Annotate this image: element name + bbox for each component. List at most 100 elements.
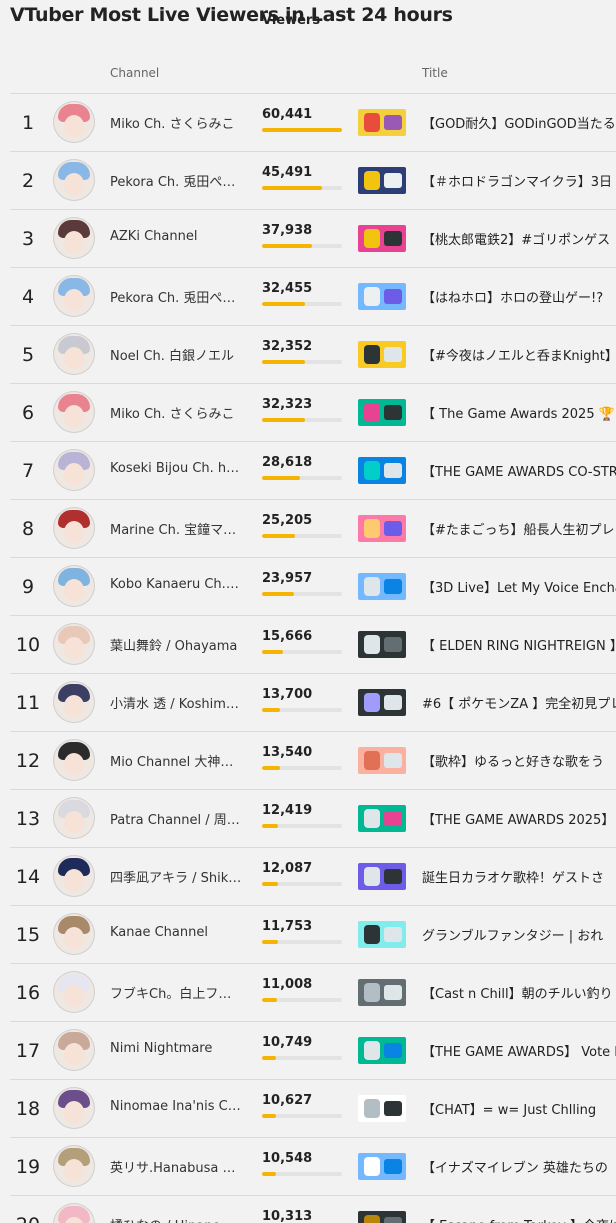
- table-row[interactable]: 5 Noel Ch. 白銀ノエル 32,352 【#今夜はノエルと呑まKnight】: [10, 326, 616, 384]
- stream-title-link[interactable]: 【THE GAME AWARDS】 Vote N: [422, 1041, 616, 1060]
- table-row[interactable]: 20 橘ひなの / Hinano Tachibana 10,313 【 Escape …: [10, 1196, 616, 1223]
- stream-title-link[interactable]: #6【 ポケモンZA 】完全初見プレ: [422, 693, 616, 712]
- stream-title-link[interactable]: 【 The Game Awards 2025 🏆: [422, 403, 616, 422]
- channel-avatar[interactable]: [54, 334, 94, 374]
- channel-avatar[interactable]: [54, 508, 94, 548]
- table-row[interactable]: 19 英リサ.Hanabusa Lisa 10,548 【イナズマイレブン 英雄たちの: [10, 1138, 616, 1196]
- channel-name-link[interactable]: Kobo Kanaeru Ch. hololive-ID: [110, 577, 242, 592]
- channel-avatar[interactable]: [54, 798, 94, 838]
- column-header-viewers[interactable]: Viewers: [262, 13, 320, 28]
- table-row[interactable]: 13 Patra Channel / 周防パトラ 12,419 【THE GAME A…: [10, 790, 616, 848]
- stream-thumbnail[interactable]: [358, 805, 406, 832]
- stream-title-link[interactable]: 【 ELDEN RING NIGHTREIGN 】: [422, 635, 616, 654]
- stream-thumbnail[interactable]: [358, 225, 406, 252]
- stream-thumbnail[interactable]: [358, 747, 406, 774]
- stream-thumbnail[interactable]: [358, 1037, 406, 1064]
- channel-avatar[interactable]: [54, 276, 94, 316]
- channel-name-link[interactable]: Noel Ch. 白銀ノエル: [110, 345, 242, 364]
- channel-avatar[interactable]: [54, 566, 94, 606]
- stream-title-link[interactable]: 【THE GAME AWARDS 2025】: [422, 809, 616, 828]
- stream-title-link[interactable]: 【3D Live】Let My Voice Encha: [422, 577, 616, 596]
- channel-avatar[interactable]: [54, 682, 94, 722]
- channel-name-link[interactable]: 四季凪アキラ / Shikinagi Akira: [110, 867, 242, 886]
- channel-name-link[interactable]: 橘ひなの / Hinano Tachibana: [110, 1215, 242, 1223]
- table-row[interactable]: 14 四季凪アキラ / Shikinagi Akira 12,087 誕生日カラオケ歌…: [10, 848, 616, 906]
- table-row[interactable]: 8 Marine Ch. 宝鐘マリン 25,205 【#たまごっち】船長人生初プレ: [10, 500, 616, 558]
- stream-title-link[interactable]: 【歌枠】ゆるっと好きな歌をう: [422, 751, 616, 770]
- channel-avatar[interactable]: [54, 914, 94, 954]
- channel-name-link[interactable]: Pekora Ch. 兎田ぺこら: [110, 287, 242, 306]
- stream-thumbnail[interactable]: [358, 863, 406, 890]
- stream-thumbnail[interactable]: [358, 515, 406, 542]
- stream-title-link[interactable]: 【 Escape from Tarkov 】今夜は: [422, 1215, 616, 1223]
- stream-thumbnail[interactable]: [358, 631, 406, 658]
- table-row[interactable]: 9 Kobo Kanaeru Ch. hololive-ID 23,957 【3D L…: [10, 558, 616, 616]
- channel-name-link[interactable]: Ninomae Ina'nis Ch. hololive-EN: [110, 1099, 242, 1114]
- stream-thumbnail[interactable]: [358, 689, 406, 716]
- stream-title-link[interactable]: 【GOD耐久】GODinGOD当たる: [422, 113, 616, 132]
- channel-name-link[interactable]: Miko Ch. さくらみこ: [110, 113, 242, 132]
- table-row[interactable]: 7 Koseki Bijou Ch. hololive-EN 28,618 【THE …: [10, 442, 616, 500]
- channel-name-link[interactable]: フブキCh。白上フブキ: [110, 983, 242, 1002]
- table-row[interactable]: 17 Nimi Nightmare 10,749 【THE GAME AWARDS】 …: [10, 1022, 616, 1080]
- channel-name-link[interactable]: Kanae Channel: [110, 925, 242, 940]
- channel-avatar[interactable]: [54, 1146, 94, 1186]
- stream-thumbnail[interactable]: [358, 979, 406, 1006]
- table-row[interactable]: 18 Ninomae Ina'nis Ch. hololive-EN 10,627 【…: [10, 1080, 616, 1138]
- stream-thumbnail[interactable]: [358, 167, 406, 194]
- table-row[interactable]: 11 小清水 透 / Koshimizu 13,700 #6【 ポケモンZA 】完全初…: [10, 674, 616, 732]
- table-row[interactable]: 2 Pekora Ch. 兎田ぺこら 45,491 【＃ホロドラゴンマイクラ】3日: [10, 152, 616, 210]
- channel-name-link[interactable]: 小清水 透 / Koshimizu: [110, 693, 242, 712]
- channel-name-link[interactable]: 英リサ.Hanabusa Lisa: [110, 1157, 242, 1176]
- channel-avatar[interactable]: [54, 450, 94, 490]
- channel-avatar[interactable]: [54, 1088, 94, 1128]
- stream-title-link[interactable]: グランブルファンタジー | おれ: [422, 925, 616, 944]
- channel-name-link[interactable]: Marine Ch. 宝鐘マリン: [110, 519, 242, 538]
- stream-thumbnail[interactable]: [358, 1211, 406, 1223]
- stream-title-link[interactable]: 【イナズマイレブン 英雄たちの: [422, 1157, 616, 1176]
- channel-avatar[interactable]: [54, 102, 94, 142]
- channel-avatar[interactable]: [54, 740, 94, 780]
- stream-thumbnail[interactable]: [358, 341, 406, 368]
- stream-thumbnail[interactable]: [358, 1095, 406, 1122]
- channel-avatar[interactable]: [54, 392, 94, 432]
- stream-thumbnail[interactable]: [358, 283, 406, 310]
- channel-name-link[interactable]: 葉山舞鈴 / Ohayama: [110, 635, 242, 654]
- channel-avatar[interactable]: [54, 624, 94, 664]
- stream-title-link[interactable]: 【#今夜はノエルと呑まKnight】: [422, 345, 616, 364]
- table-row[interactable]: 4 Pekora Ch. 兎田ぺこら 32,455 【はねホロ】ホロの登山ゲー!?: [10, 268, 616, 326]
- stream-title-link[interactable]: 【CHAT】= w= Just Chlling: [422, 1099, 616, 1118]
- table-row[interactable]: 15 Kanae Channel 11,753 グランブルファンタジー | おれ: [10, 906, 616, 964]
- stream-title-link[interactable]: 【THE GAME AWARDS CO-STR: [422, 461, 616, 480]
- stream-thumbnail[interactable]: [358, 457, 406, 484]
- channel-name-link[interactable]: Pekora Ch. 兎田ぺこら: [110, 171, 242, 190]
- table-row[interactable]: 16 フブキCh。白上フブキ 11,008 【Cast n Chill】朝のチルい釣り: [10, 964, 616, 1022]
- channel-name-link[interactable]: Koseki Bijou Ch. hololive-EN: [110, 461, 242, 476]
- stream-title-link[interactable]: 【#たまごっち】船長人生初プレ: [422, 519, 616, 538]
- stream-thumbnail[interactable]: [358, 1153, 406, 1180]
- channel-name-link[interactable]: Mio Channel 大神ミオ: [110, 751, 242, 770]
- table-row[interactable]: 1 Miko Ch. さくらみこ 60,441 【GOD耐久】GODinGOD当たる: [10, 94, 616, 152]
- stream-thumbnail[interactable]: [358, 399, 406, 426]
- table-row[interactable]: 10 葉山舞鈴 / Ohayama 15,666 【 ELDEN RING NIGHT…: [10, 616, 616, 674]
- channel-name-link[interactable]: Patra Channel / 周防パトラ: [110, 809, 242, 828]
- table-row[interactable]: 3 AZKi Channel 37,938 【桃太郎電鉄2】#ゴリポンゲス: [10, 210, 616, 268]
- stream-title-link[interactable]: 【Cast n Chill】朝のチルい釣り: [422, 983, 616, 1002]
- channel-name-link[interactable]: Nimi Nightmare: [110, 1041, 242, 1056]
- stream-title-link[interactable]: 【桃太郎電鉄2】#ゴリポンゲス: [422, 229, 616, 248]
- stream-thumbnail[interactable]: [358, 573, 406, 600]
- table-row[interactable]: 6 Miko Ch. さくらみこ 32,323 【 The Game Awards 2…: [10, 384, 616, 442]
- channel-avatar[interactable]: [54, 856, 94, 896]
- stream-thumbnail[interactable]: [358, 109, 406, 136]
- channel-avatar[interactable]: [54, 972, 94, 1012]
- stream-title-link[interactable]: 誕生日カラオケ歌枠！ゲストさ: [422, 867, 616, 886]
- table-row[interactable]: 12 Mio Channel 大神ミオ 13,540 【歌枠】ゆるっと好きな歌をう: [10, 732, 616, 790]
- channel-avatar[interactable]: [54, 1204, 94, 1223]
- stream-title-link[interactable]: 【はねホロ】ホロの登山ゲー!?: [422, 287, 616, 306]
- column-header-title[interactable]: Title: [422, 66, 448, 80]
- channel-name-link[interactable]: AZKi Channel: [110, 229, 242, 244]
- channel-avatar[interactable]: [54, 218, 94, 258]
- channel-avatar[interactable]: [54, 160, 94, 200]
- stream-title-link[interactable]: 【＃ホロドラゴンマイクラ】3日: [422, 171, 616, 190]
- stream-thumbnail[interactable]: [358, 921, 406, 948]
